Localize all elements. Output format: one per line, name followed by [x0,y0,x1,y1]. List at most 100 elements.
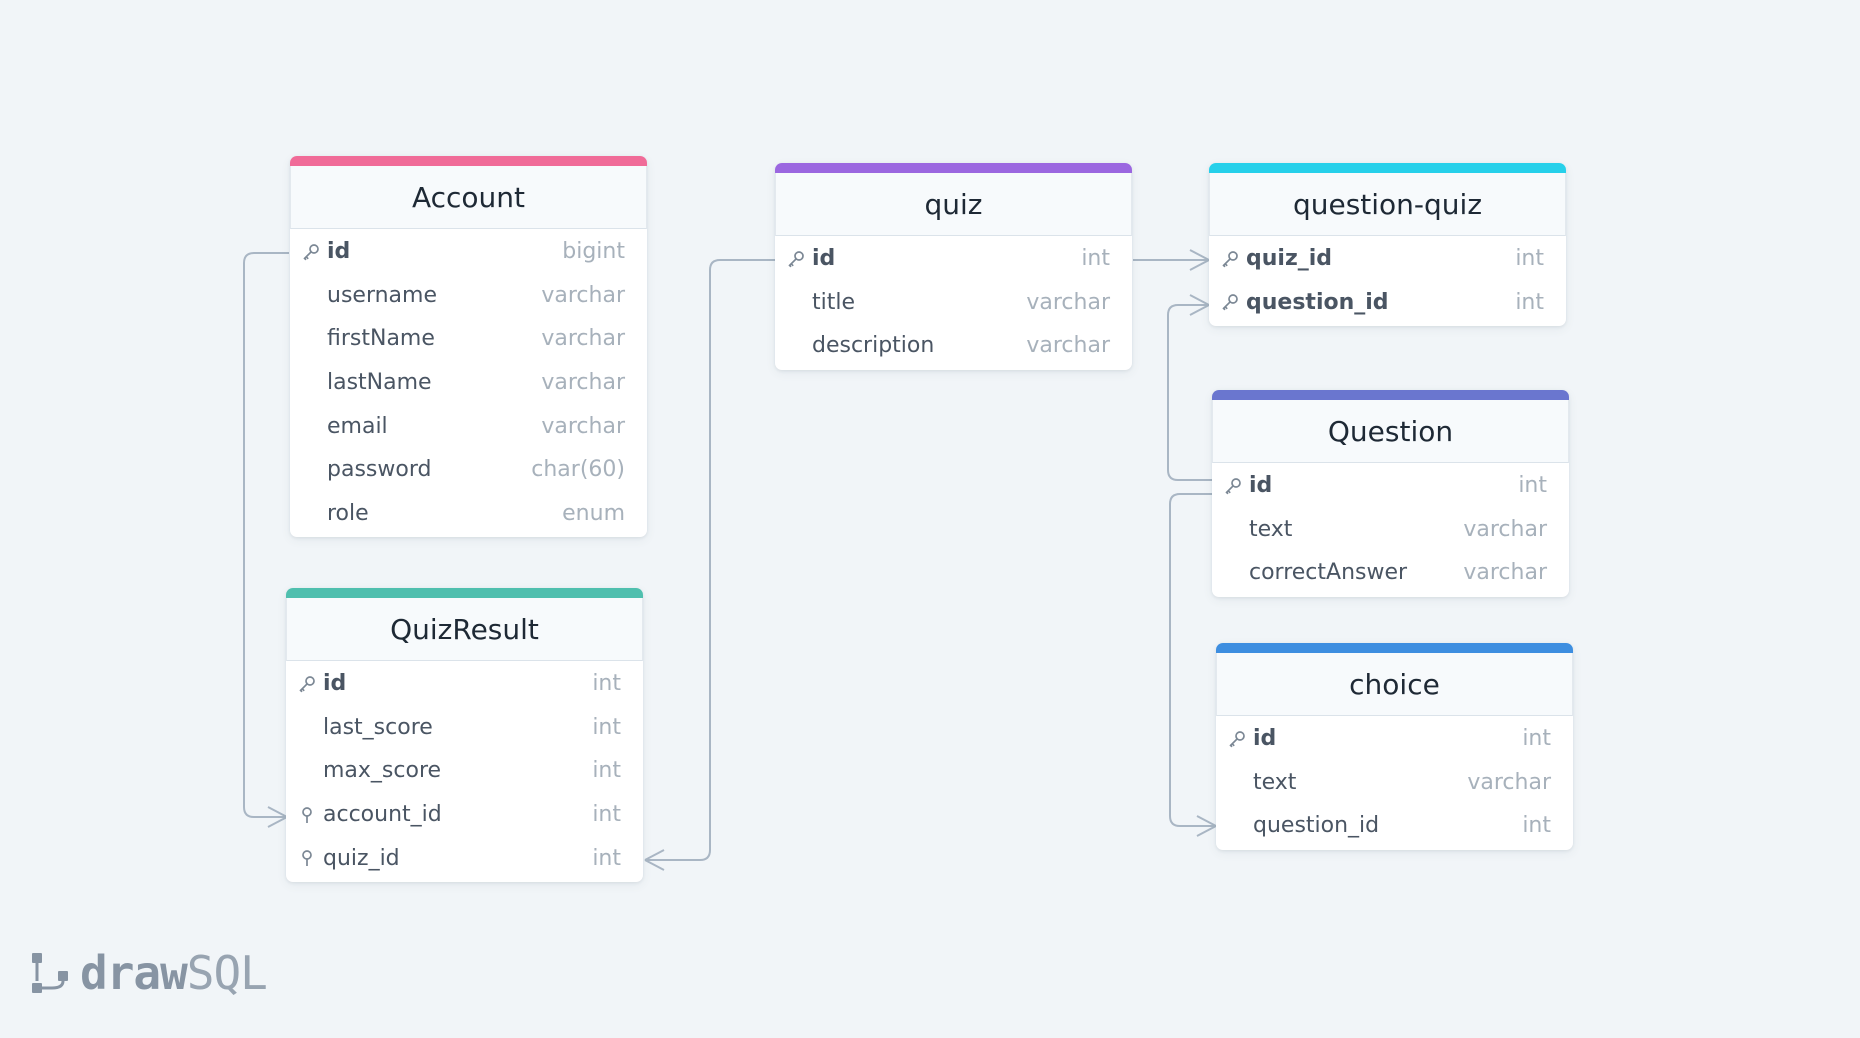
table-color-bar [286,588,643,598]
field-row[interactable]: id int [286,662,643,706]
field-type: varchar [1026,289,1110,315]
field-name: id [327,239,351,265]
primary-key-icon [1220,292,1240,312]
foreign-key-icon [297,805,317,825]
field-type: varchar [541,282,625,308]
field-row[interactable]: lastName varchar [290,361,647,405]
table-quiz[interactable]: quiz id int title varchar description varchar [775,163,1132,370]
table-account[interactable]: Account id bigint username varchar firstName… [290,156,647,538]
table-color-bar [290,156,647,166]
field-type: int [592,758,621,784]
field-type: int [1081,246,1110,272]
field-type: int [1515,289,1544,315]
relation-question-choice [1169,493,1216,827]
field-row[interactable]: title varchar [775,281,1132,325]
field-type: int [1515,246,1544,272]
field-name: lastName [327,370,432,396]
table-title[interactable]: choice [1216,653,1573,716]
field-type: varchar [1467,769,1551,795]
field-row[interactable]: account_id int [286,793,643,837]
field-list: id bigint username varchar firstName varchar l… [290,229,647,537]
field-row[interactable]: text varchar [1212,508,1569,552]
table-color-bar [775,163,1132,173]
table-title[interactable]: QuizResult [286,598,643,661]
field-row[interactable]: quiz_id int [286,836,643,880]
field-name: username [327,282,437,308]
field-list: id int text varchar question_id int [1216,716,1573,850]
field-row[interactable]: quiz_id int [1209,237,1566,281]
field-name: role [327,500,369,526]
crowfoot-icon [644,849,665,871]
field-row[interactable]: id bigint [290,230,647,274]
logo-text-sql: SQL [186,946,268,1000]
table-color-bar [1216,643,1573,653]
field-type: int [1522,813,1551,839]
field-row[interactable]: password char(60) [290,448,647,492]
field-row[interactable]: last_score int [286,706,643,750]
field-name: id [812,246,836,272]
field-row[interactable]: max_score int [286,749,643,793]
field-row[interactable]: description varchar [775,324,1132,368]
primary-key-icon [301,242,321,262]
field-row[interactable]: email varchar [290,404,647,448]
crowfoot-icon [267,806,288,828]
field-row[interactable]: id int [775,237,1132,281]
field-list: id int text varchar correctAnswer varchar [1212,463,1569,597]
field-row[interactable]: id int [1212,464,1569,508]
field-name: max_score [323,758,442,784]
field-name: password [327,457,432,483]
field-type: int [1522,726,1551,752]
table-question-quiz[interactable]: question-quiz quiz_id int question_id int [1209,163,1566,327]
field-type: varchar [541,370,625,396]
field-type: varchar [1026,333,1110,359]
field-row[interactable]: id int [1216,717,1573,761]
field-name: title [812,289,856,315]
table-title[interactable]: question-quiz [1209,173,1566,236]
field-name: text [1249,516,1293,542]
field-row[interactable]: question_id int [1209,281,1566,325]
field-list: quiz_id int question_id int [1209,236,1566,326]
relationship-lines [243,249,1217,871]
field-name: id [323,671,347,697]
field-name: question_id [1253,813,1380,839]
field-list: id int last_score int max_score int account_id… [286,661,643,882]
table-title[interactable]: Account [290,166,647,229]
field-list: id int title varchar description varchar [775,236,1132,370]
table-choice[interactable]: choice id int text varchar question_id int [1216,643,1573,850]
field-row[interactable]: text varchar [1216,761,1573,805]
field-name: email [327,413,388,439]
field-name: quiz_id [1246,246,1333,272]
table-title[interactable]: quiz [775,173,1132,236]
field-name: id [1249,473,1273,499]
field-type: varchar [1463,516,1547,542]
field-type: int [592,671,621,697]
table-color-bar [1212,390,1569,400]
table-title[interactable]: Question [1212,400,1569,463]
field-row[interactable]: question_id int [1216,804,1573,848]
foreign-key-icon [297,848,317,868]
field-row[interactable]: correctAnswer varchar [1212,551,1569,595]
table-quizresult[interactable]: QuizResult id int last_score int max_score in… [286,588,643,882]
field-name: question_id [1246,289,1389,315]
field-name: last_score [323,714,433,740]
logo-text-draw: draw [80,946,188,1000]
field-row[interactable]: username varchar [290,274,647,318]
primary-key-icon [786,249,806,269]
field-type: int [592,714,621,740]
primary-key-icon [297,674,317,694]
field-type: varchar [541,413,625,439]
drawsql-logo: drawSQL [30,946,268,1000]
field-type: int [592,845,621,871]
field-type: varchar [541,326,625,352]
relation-account-quizresult [243,252,289,818]
field-name: text [1253,769,1297,795]
primary-key-icon [1223,476,1243,496]
field-type: bigint [562,239,625,265]
field-row[interactable]: firstName varchar [290,317,647,361]
field-row[interactable]: role enum [290,492,647,536]
relation-question-questionquiz [1167,304,1212,481]
field-type: char(60) [531,457,625,483]
primary-key-icon [1220,249,1240,269]
table-question[interactable]: Question id int text varchar correctAnswer va… [1212,390,1569,597]
field-name: id [1253,726,1277,752]
